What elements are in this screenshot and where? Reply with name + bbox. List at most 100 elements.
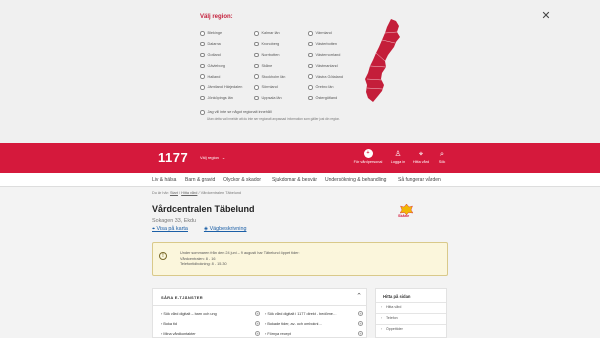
clinic-address: Sokagen 33, Ekdu <box>152 218 197 224</box>
region-radio[interactable] <box>308 41 313 47</box>
on-page-link[interactable]: Öppettider <box>386 327 403 331</box>
region-option[interactable]: Dalarna <box>200 40 254 49</box>
nav-item-undersokning[interactable]: Undersökning & behandling <box>325 177 386 183</box>
service-link[interactable]: › Sök vård digitalt – barn och ung <box>161 312 217 316</box>
region-option[interactable]: Blekinge <box>200 29 254 38</box>
logo-1177[interactable]: 1177 <box>158 150 188 165</box>
region-radio[interactable] <box>308 85 313 90</box>
region-radio[interactable] <box>200 52 205 58</box>
region-radio[interactable] <box>308 63 313 69</box>
chevron-up-icon[interactable]: ⌃ <box>356 292 362 300</box>
region-radio[interactable] <box>254 74 259 79</box>
region-option[interactable]: Sörmland <box>254 83 308 92</box>
region-option-label: Dalarna <box>207 42 221 47</box>
service-link[interactable]: › Bokade tider, av- och ombokni… <box>265 322 322 326</box>
notice-line: Under sommaren från den 24 juni – 9 augu… <box>180 251 300 255</box>
directions-link[interactable]: ◈ Vägbeskrivning <box>204 226 247 233</box>
sweden-map[interactable] <box>362 18 402 104</box>
breadcrumb-start[interactable]: Start <box>170 191 178 195</box>
region-option[interactable]: Gotland <box>200 51 254 60</box>
region-radio[interactable] <box>308 74 313 79</box>
region-radio[interactable] <box>254 63 259 69</box>
e-services-panel: SÅRA E-TJÄNSTER ⌃ › Sök vård digitalt – … <box>152 288 367 338</box>
service-link[interactable]: › Förnya recept <box>265 332 291 336</box>
expand-icon[interactable]: + <box>358 331 363 336</box>
no-region-label: Jag vill inte se något regionalt innehål… <box>207 110 272 115</box>
header-pro-button[interactable]: + För vårdpersonal <box>352 149 384 164</box>
region-picker-panel: Välj region: ✕ Blekinge Kalmar län Värmlan… <box>0 0 600 143</box>
breadcrumb-hitta-vard[interactable]: Hitta vård <box>181 191 197 195</box>
service-link[interactable]: › Mina vårdkontakter <box>161 332 196 336</box>
region-option[interactable]: Västernorrland <box>308 51 362 60</box>
region-option[interactable]: Jönköpings län <box>200 94 254 103</box>
region-option-label: Stockholm län <box>261 74 286 79</box>
region-option[interactable]: Kronoberg <box>254 40 308 49</box>
site-header: 1177 Välj region ⌄ + För vårdpersonal ♙ … <box>0 143 600 173</box>
person-icon: ♙ <box>394 149 402 158</box>
region-radio[interactable] <box>308 95 313 101</box>
expand-icon[interactable]: + <box>255 321 260 326</box>
arrow-right-icon: › <box>381 327 383 331</box>
no-region-radio[interactable] <box>200 110 205 115</box>
on-page-link[interactable]: Telefon <box>386 316 398 320</box>
region-option[interactable]: Västmanland <box>308 61 362 70</box>
region-radio[interactable] <box>200 63 205 69</box>
map-link[interactable]: ⌖ Visa på karta <box>152 226 188 233</box>
on-page-nav-title: Hitta på sidan <box>383 294 411 299</box>
region-option[interactable]: Jämtland Härjedalen <box>200 83 254 92</box>
region-radio[interactable] <box>254 85 259 90</box>
expand-icon[interactable]: + <box>358 321 363 326</box>
header-search-button[interactable]: ⌕ Sök <box>426 149 458 164</box>
region-option[interactable]: Halland <box>200 72 254 81</box>
expand-icon[interactable]: + <box>358 311 363 316</box>
region-option[interactable]: Gävleborg <box>200 61 254 70</box>
location-pin-icon: ⌖ <box>418 149 424 158</box>
region-option[interactable]: Västerbotten <box>308 40 362 49</box>
region-option[interactable]: Östergötland <box>308 94 362 103</box>
region-option-label: Västerbotten <box>315 42 338 47</box>
region-option-label: Gotland <box>207 52 221 57</box>
region-option[interactable]: Uppsala län <box>254 94 308 103</box>
region-radio[interactable] <box>254 31 259 36</box>
nav-item-sjukdomar-besvar[interactable]: Sjukdomar & besvär <box>272 177 317 183</box>
nav-item-sa-fungerar-varden[interactable]: Så fungerar vården <box>398 177 441 183</box>
on-page-link[interactable]: Hitta vård <box>386 305 401 309</box>
region-radio[interactable] <box>308 31 313 36</box>
region-option-label: Värmland <box>315 31 332 36</box>
region-radio[interactable] <box>200 41 205 47</box>
arrow-right-icon: › <box>381 316 383 320</box>
region-radio[interactable] <box>200 95 205 101</box>
service-link[interactable]: › Sök vård digitalt i 1177 direkt - bedö… <box>265 312 337 316</box>
region-option[interactable]: Värmland <box>308 29 362 38</box>
region-option-label: Sörmland <box>261 85 278 90</box>
region-radio[interactable] <box>200 31 205 36</box>
region-radio[interactable] <box>254 52 259 58</box>
nav-item-liv-halsa[interactable]: Liv & hälsa <box>152 177 176 183</box>
region-radio[interactable] <box>254 41 259 47</box>
region-option-label: Gävleborg <box>207 63 226 68</box>
chevron-down-icon: ⌄ <box>221 155 226 160</box>
region-select[interactable]: Välj region ⌄ <box>200 155 225 160</box>
region-option[interactable]: Stockholm län <box>254 72 308 81</box>
service-link[interactable]: › Boka tid <box>161 322 177 326</box>
clinic-links: ⌖ Visa på karta ◈ Vägbeskrivning <box>152 226 246 233</box>
no-region-option[interactable]: Jag vill inte se något regionalt innehål… <box>200 110 272 115</box>
expand-icon[interactable]: + <box>255 311 260 316</box>
region-option[interactable]: Kalmar län <box>254 29 308 38</box>
close-icon[interactable]: ✕ <box>540 10 552 22</box>
region-option[interactable]: Västra Götaland <box>308 72 362 81</box>
region-option-label: Kalmar län <box>261 31 280 36</box>
region-radio[interactable] <box>200 74 205 79</box>
nav-item-barn-gravid[interactable]: Barn & gravid <box>185 177 215 183</box>
nav-item-olyckor-skador[interactable]: Olyckor & skador <box>223 177 261 183</box>
region-radio[interactable] <box>308 52 313 58</box>
region-option-label: Skåne <box>261 63 273 68</box>
main-nav: Liv & hälsa Barn & gravid Olyckor & skad… <box>0 173 600 187</box>
region-option-label: Halland <box>207 74 221 79</box>
region-radio[interactable] <box>254 95 259 101</box>
region-option[interactable]: Norrbotten <box>254 51 308 60</box>
region-radio[interactable] <box>200 85 205 90</box>
region-option[interactable]: Örebro län <box>308 83 362 92</box>
expand-icon[interactable]: + <box>255 331 260 336</box>
region-option[interactable]: Skåne <box>254 61 308 70</box>
